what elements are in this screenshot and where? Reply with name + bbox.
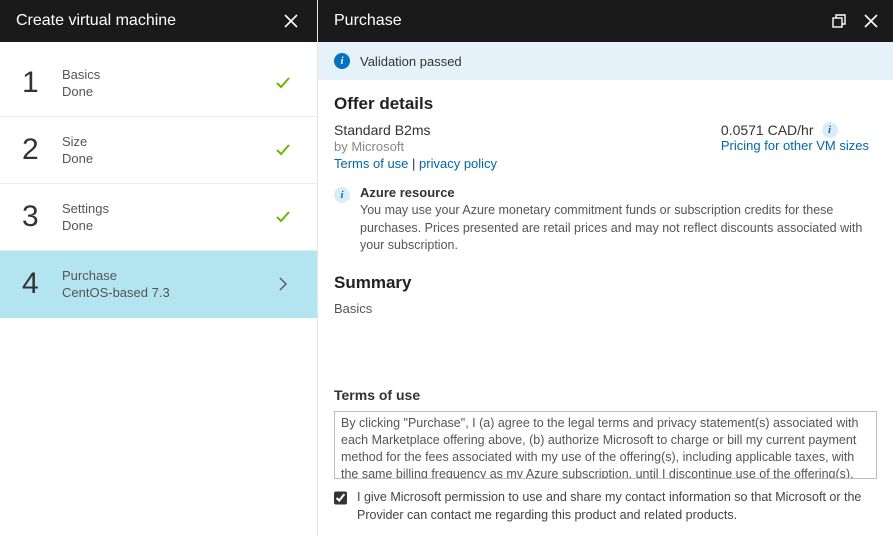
azure-resource-title: Azure resource (360, 185, 869, 200)
summary-cutoff-text: Basics (334, 301, 869, 316)
step-number: 2 (22, 133, 62, 167)
step-label: Purchase (62, 268, 271, 283)
step-status: Done (62, 151, 271, 166)
step-settings[interactable]: 3 Settings Done (0, 184, 317, 251)
offer-price: 0.0571 CAD/hr (721, 122, 814, 138)
right-panel-header: Purchase (318, 0, 893, 42)
pricing-link[interactable]: Pricing for other VM sizes (721, 138, 869, 153)
step-status: Done (62, 84, 271, 99)
step-label: Settings (62, 201, 271, 216)
offer-publisher: by Microsoft (334, 139, 497, 154)
wizard-steps: 1 Basics Done 2 Size Done 3 Settings (0, 42, 317, 318)
info-icon: i (334, 53, 350, 69)
close-icon[interactable] (279, 9, 303, 33)
validation-banner: i Validation passed (318, 42, 893, 80)
azure-resource-note: i Azure resource You may use your Azure … (334, 185, 869, 255)
step-number: 3 (22, 200, 62, 234)
step-number: 1 (22, 66, 62, 100)
step-label: Basics (62, 67, 271, 82)
offer-details-heading: Offer details (334, 94, 869, 114)
close-icon[interactable] (859, 9, 883, 33)
left-panel-header: Create virtual machine (0, 0, 317, 42)
consent-label: I give Microsoft permission to use and s… (357, 489, 877, 524)
terms-of-use-link[interactable]: Terms of use (334, 156, 408, 171)
terms-textbox[interactable]: By clicking "Purchase", I (a) agree to t… (334, 411, 877, 479)
restore-icon[interactable] (827, 9, 851, 33)
info-icon: i (334, 187, 350, 203)
summary-heading: Summary (334, 273, 869, 293)
offer-name: Standard B2ms (334, 122, 497, 138)
chevron-right-icon (271, 277, 295, 291)
consent-checkbox[interactable] (334, 490, 347, 506)
checkmark-icon (271, 142, 295, 158)
step-basics[interactable]: 1 Basics Done (0, 50, 317, 117)
create-vm-panel: Create virtual machine 1 Basics Done 2 S… (0, 0, 318, 536)
step-status: CentOS-based 7.3 (62, 285, 271, 300)
purchase-scroll-area[interactable]: Offer details Standard B2ms by Microsoft… (318, 80, 893, 374)
left-panel-title: Create virtual machine (16, 12, 176, 30)
checkmark-icon (271, 209, 295, 225)
privacy-policy-link[interactable]: privacy policy (419, 156, 497, 171)
checkmark-icon (271, 75, 295, 91)
step-status: Done (62, 218, 271, 233)
terms-body: By clicking "Purchase", I (a) agree to t… (341, 416, 858, 479)
info-icon[interactable]: i (822, 122, 838, 138)
validation-text: Validation passed (360, 54, 462, 69)
step-size[interactable]: 2 Size Done (0, 117, 317, 184)
offer-row: Standard B2ms by Microsoft Terms of use … (334, 122, 869, 171)
terms-section: Terms of use By clicking "Purchase", I (… (318, 374, 893, 536)
purchase-panel: Purchase i Validation passed Offer detai… (318, 0, 893, 536)
azure-resource-body: You may use your Azure monetary commitme… (360, 202, 869, 255)
terms-heading: Terms of use (334, 387, 877, 403)
purchase-title: Purchase (334, 12, 402, 30)
link-separator: | (408, 156, 419, 171)
step-label: Size (62, 134, 271, 149)
step-purchase[interactable]: 4 Purchase CentOS-based 7.3 (0, 251, 317, 318)
step-number: 4 (22, 267, 62, 301)
